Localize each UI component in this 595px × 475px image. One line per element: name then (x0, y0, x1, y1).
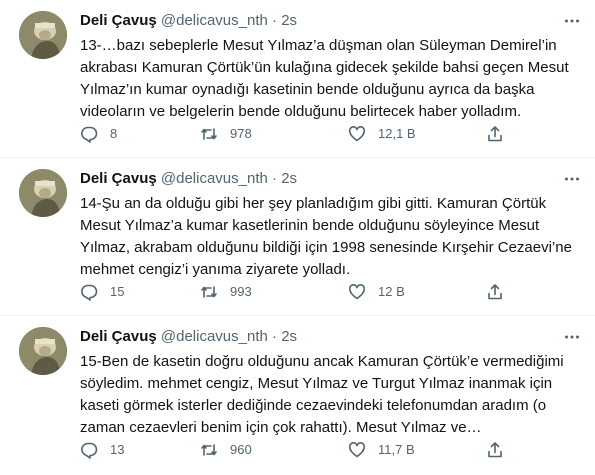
more-icon[interactable] (561, 169, 583, 189)
retweet-icon (201, 286, 217, 298)
reply-button[interactable]: 8 (80, 124, 117, 144)
tweet-header: Deli Çavuş @delicavus_nth · 2s (80, 327, 585, 347)
like-button[interactable]: 12 B (348, 282, 405, 302)
tweet-text: 13-…bazı sebeplerle Mesut Yılmaz’a düşma… (80, 37, 569, 120)
share-button[interactable] (486, 440, 504, 460)
retweet-count: 960 (230, 442, 252, 457)
avatar[interactable] (19, 327, 67, 375)
tweet[interactable]: Deli Çavuş @delicavus_nth · 2s 13-…bazı … (0, 0, 595, 158)
retweet-icon (201, 444, 217, 456)
reply-icon (81, 126, 98, 143)
reply-count: 8 (110, 126, 118, 141)
reply-button[interactable]: 15 (80, 282, 124, 302)
author-handle[interactable]: @delicavus_nth (161, 170, 268, 187)
more-icon[interactable] (561, 11, 583, 31)
author-name[interactable]: Deli Çavuş (80, 170, 157, 187)
author-handle[interactable]: @delicavus_nth (161, 328, 268, 345)
share-icon (488, 442, 502, 458)
separator: · (272, 12, 278, 29)
reply-count: 13 (110, 442, 125, 457)
more-icon[interactable] (561, 327, 583, 347)
timestamp[interactable]: 2s (281, 328, 297, 345)
tweet-header: Deli Çavuş @delicavus_nth · 2s (80, 169, 585, 189)
reply-count: 15 (110, 284, 125, 299)
separator: · (272, 170, 278, 187)
share-button[interactable] (486, 282, 504, 302)
like-count: 11,7 B (378, 442, 415, 457)
heart-icon (348, 284, 366, 300)
share-icon (488, 126, 502, 142)
tweet[interactable]: Deli Çavuş @delicavus_nth · 2s 14-Şu an … (0, 158, 595, 316)
reply-button[interactable]: 13 (80, 440, 124, 460)
retweet-button[interactable]: 993 (200, 282, 252, 302)
tweet[interactable]: Deli Çavuş @delicavus_nth · 2s 15-Ben de… (0, 316, 595, 475)
avatar[interactable] (19, 11, 67, 59)
retweet-count: 993 (230, 284, 252, 299)
share-button[interactable] (486, 124, 504, 144)
tweet-actions: 13 960 11,7 B (80, 440, 581, 460)
separator: · (272, 328, 278, 345)
retweet-button[interactable]: 960 (200, 440, 252, 460)
share-icon (488, 284, 502, 300)
heart-icon (348, 126, 366, 142)
tweet-text: 14-Şu an da olduğu gibi her şey planladı… (80, 195, 572, 278)
author-handle[interactable]: @delicavus_nth (161, 12, 268, 29)
reply-icon (81, 442, 98, 459)
retweet-count: 978 (230, 126, 252, 141)
author-name[interactable]: Deli Çavuş (80, 12, 157, 29)
reply-icon (81, 284, 98, 301)
tweet-text: 15-Ben de kasetin doğru olduğunu ancak K… (80, 353, 564, 436)
timestamp[interactable]: 2s (281, 170, 297, 187)
heart-icon (348, 442, 366, 458)
retweet-button[interactable]: 978 (200, 124, 252, 144)
author-name[interactable]: Deli Çavuş (80, 328, 157, 345)
tweet-actions: 8 978 12,1 B (80, 124, 581, 144)
like-button[interactable]: 12,1 B (348, 124, 416, 144)
tweet-header: Deli Çavuş @delicavus_nth · 2s (80, 11, 585, 31)
timestamp[interactable]: 2s (281, 12, 297, 29)
retweet-icon (201, 128, 217, 140)
like-button[interactable]: 11,7 B (348, 440, 415, 460)
like-count: 12 B (378, 284, 405, 299)
timeline: Deli Çavuş @delicavus_nth · 2s 13-…bazı … (0, 0, 595, 475)
tweet-actions: 15 993 12 B (80, 282, 581, 302)
like-count: 12,1 B (378, 126, 416, 141)
avatar[interactable] (19, 169, 67, 217)
